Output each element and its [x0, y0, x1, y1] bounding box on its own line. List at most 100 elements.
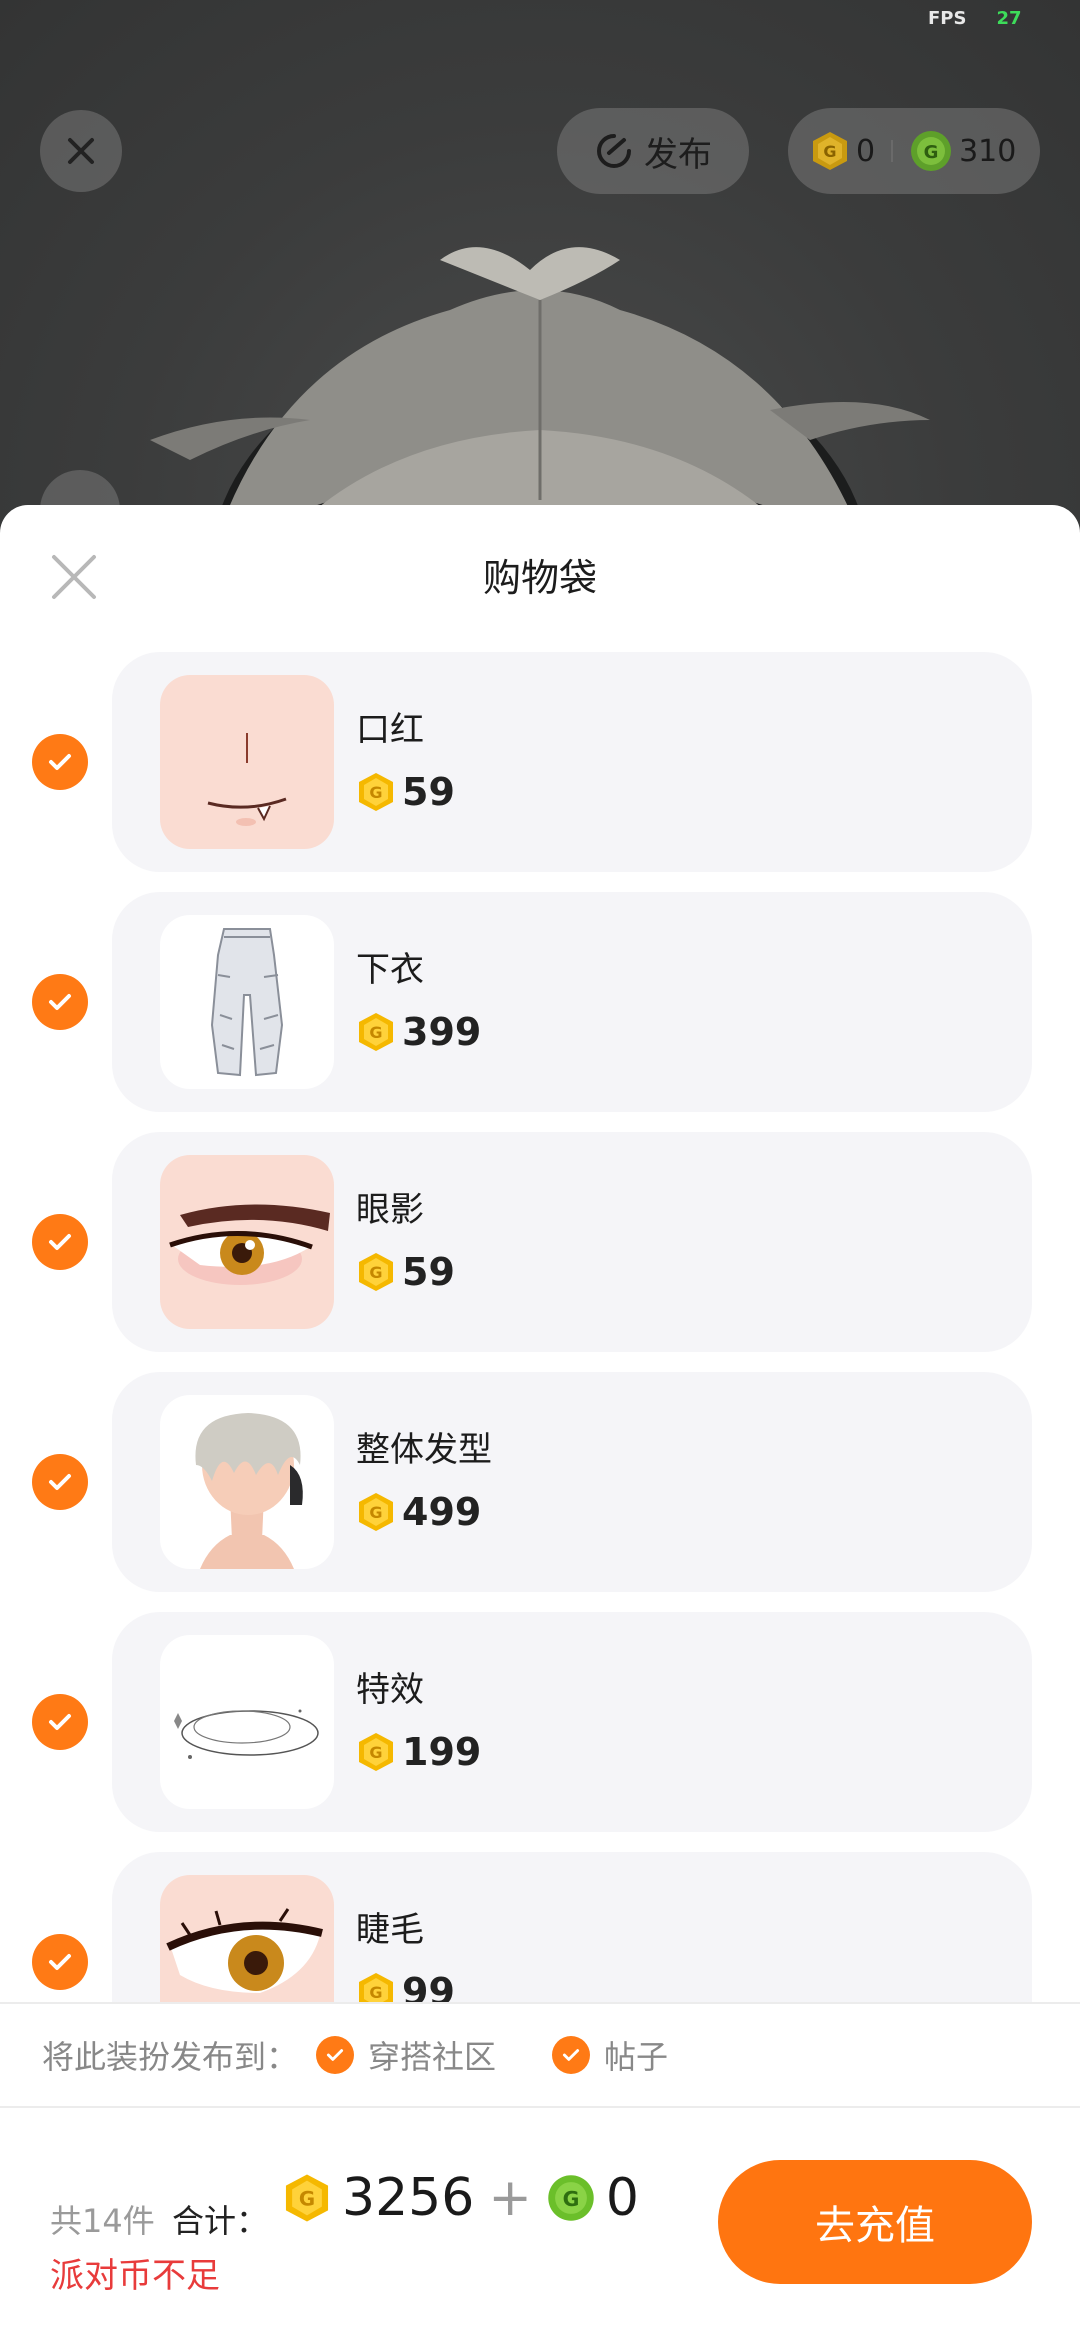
- green-balance: 310: [959, 133, 1017, 169]
- green-coin-icon: G: [548, 2175, 594, 2221]
- cart-item: 特效 G 199: [0, 1612, 1080, 1832]
- publish-to-bar: 将此装扮发布到： 穿搭社区 帖子: [0, 2002, 1080, 2108]
- item-name: 口红: [356, 710, 424, 750]
- item-card[interactable]: 特效 G 199: [112, 1612, 1032, 1832]
- gold-coin-icon: G: [359, 1733, 393, 1771]
- svg-text:G: G: [563, 2187, 580, 2211]
- check-icon: [49, 1714, 71, 1730]
- gold-coin-icon: G: [285, 2174, 329, 2222]
- avatar-preview-scene: FPS 27 发布 G 0 G 310: [0, 0, 1080, 540]
- fps-value: 27: [996, 8, 1022, 29]
- item-card[interactable]: 整体发型 G 499: [112, 1372, 1032, 1592]
- publish-icon: [597, 134, 631, 168]
- wallet-divider: [891, 140, 894, 162]
- price-value: 59: [402, 770, 455, 814]
- check-icon: [49, 1474, 71, 1490]
- item-thumbnail: [160, 1155, 334, 1329]
- sheet-header: 购物袋: [0, 505, 1080, 645]
- check-icon: [49, 1954, 71, 1970]
- check-icon: [316, 2036, 355, 2074]
- item-thumbnail: [160, 675, 334, 849]
- green-coin-icon: G: [911, 131, 952, 171]
- gold-coin-icon: G: [359, 1013, 393, 1051]
- recharge-button[interactable]: 去充值: [718, 2160, 1032, 2284]
- fps-label: FPS: [928, 8, 967, 29]
- svg-text:G: G: [823, 142, 836, 161]
- item-price: G 499: [356, 1490, 481, 1534]
- item-card[interactable]: 下衣 G 399: [112, 892, 1032, 1112]
- item-price: G 399: [356, 1010, 481, 1054]
- item-name: 整体发型: [356, 1430, 492, 1470]
- item-name: 睫毛: [356, 1910, 424, 1950]
- publish-option-label: 穿搭社区: [368, 2038, 497, 2076]
- svg-text:G: G: [369, 1743, 382, 1762]
- item-card[interactable]: 睫毛 G 99: [112, 1852, 1032, 2002]
- item-price: G 59: [356, 1250, 455, 1294]
- publish-option-post[interactable]: 帖子: [552, 2032, 668, 2078]
- item-name: 眼影: [356, 1190, 424, 1230]
- publish-option-label: 帖子: [604, 2038, 669, 2076]
- item-thumbnail: [160, 1875, 334, 2002]
- publish-option-community[interactable]: 穿搭社区: [316, 2032, 496, 2078]
- item-checkbox[interactable]: [32, 1694, 88, 1750]
- sheet-title: 购物袋: [482, 556, 597, 600]
- gold-coin-icon: G: [359, 1973, 393, 2002]
- svg-text:G: G: [369, 1503, 382, 1522]
- item-checkbox[interactable]: [32, 1214, 88, 1270]
- item-name: 特效: [356, 1670, 424, 1710]
- item-card[interactable]: 眼影 G 59: [112, 1132, 1032, 1352]
- gold-coin-icon: G: [813, 132, 847, 170]
- close-preview-button[interactable]: [40, 110, 122, 192]
- cart-item: 眼影 G 59: [0, 1132, 1080, 1352]
- total-amount: G 3256 + G 0: [282, 2168, 639, 2228]
- cart-item: 口红 G 59: [0, 652, 1080, 872]
- svg-text:G: G: [924, 142, 939, 163]
- item-name: 下衣: [356, 950, 424, 990]
- item-price: G 59: [356, 770, 455, 814]
- green-total: 0: [605, 2168, 640, 2228]
- price-value: 99: [402, 1970, 455, 2002]
- shopping-bag-sheet: 购物袋 口红 G 59 下衣 G 399 眼影 G 59 整体发型 G 499 …: [0, 505, 1080, 2340]
- price-value: 399: [402, 1010, 482, 1054]
- svg-text:G: G: [299, 2187, 315, 2210]
- price-value: 59: [402, 1250, 455, 1294]
- publish-label: 发布: [644, 134, 712, 175]
- gold-balance: 0: [856, 133, 876, 169]
- cart-item: 整体发型 G 499: [0, 1372, 1080, 1592]
- fps-counter: FPS 27: [928, 8, 1022, 29]
- svg-text:G: G: [369, 783, 382, 802]
- item-thumbnail: [160, 915, 334, 1089]
- publish-to-label: 将此装扮发布到：: [42, 2038, 299, 2076]
- gold-coin-icon: G: [359, 1253, 393, 1291]
- item-checkbox[interactable]: [32, 734, 88, 790]
- item-checkbox[interactable]: [32, 1454, 88, 1510]
- item-checkbox[interactable]: [32, 1934, 88, 1990]
- cart-item: 睫毛 G 99: [0, 1852, 1080, 2002]
- item-price: G 99: [356, 1970, 455, 2002]
- wallet-balance[interactable]: G 0 G 310: [788, 108, 1040, 194]
- gold-total: 3256: [342, 2168, 475, 2228]
- check-icon: [49, 994, 71, 1010]
- svg-text:G: G: [369, 1983, 382, 2002]
- svg-text:G: G: [369, 1023, 382, 1042]
- check-icon: [49, 1234, 71, 1250]
- plus-sign: +: [488, 2168, 532, 2228]
- insufficient-balance-warning: 派对币不足: [50, 2256, 220, 2296]
- price-value: 199: [402, 1730, 482, 1774]
- item-thumbnail: [160, 1635, 334, 1809]
- checkout-footer: 共14件 合计： G 3256 + G 0 派对币不足 去充值: [0, 2108, 1080, 2340]
- cart-item-list[interactable]: 口红 G 59 下衣 G 399 眼影 G 59 整体发型 G 499 特效 G…: [0, 652, 1080, 2002]
- item-checkbox[interactable]: [32, 974, 88, 1030]
- price-value: 499: [402, 1490, 482, 1534]
- close-icon: [68, 138, 94, 164]
- total-label: 合计：: [172, 2202, 269, 2240]
- publish-button[interactable]: 发布: [557, 108, 749, 194]
- gold-coin-icon: G: [359, 1493, 393, 1531]
- cart-item: 下衣 G 399: [0, 892, 1080, 1112]
- item-price: G 199: [356, 1730, 481, 1774]
- item-thumbnail: [160, 1395, 334, 1569]
- check-icon: [49, 754, 71, 770]
- gold-coin-icon: G: [359, 773, 393, 811]
- item-card[interactable]: 口红 G 59: [112, 652, 1032, 872]
- avatar-hair-preview: [150, 247, 930, 540]
